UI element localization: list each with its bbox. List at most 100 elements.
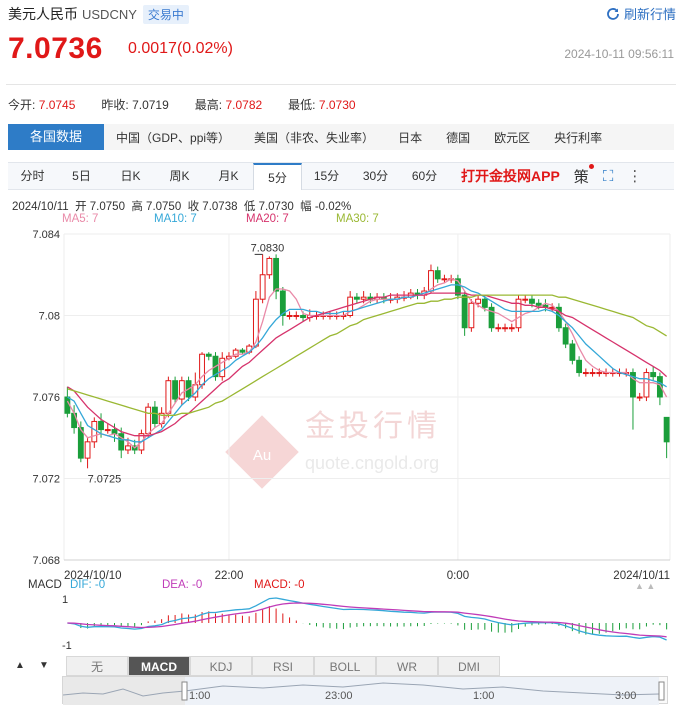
refresh-label: 刷新行情 (623, 7, 676, 22)
indicator-macd[interactable]: MACD (128, 656, 190, 676)
candle-body (522, 298, 529, 301)
tab-15min[interactable]: 15分 (302, 163, 351, 190)
candle-body (643, 372, 650, 398)
indicator-wr[interactable]: WR (376, 656, 438, 676)
candle-body (475, 298, 482, 304)
tab-monthly[interactable]: 月K (204, 163, 253, 190)
navigator-handle-right-icon[interactable] (658, 681, 665, 701)
country-data-nav: 各国数据 中国（GDP、ppi等） 美国（非农、失业率） 日本 德国 欧元区 央… (8, 124, 674, 150)
macd-chart[interactable] (0, 592, 682, 654)
instrument-name: 美元人民币 (8, 6, 78, 22)
stat-open: 今开: 7.0745 (8, 96, 75, 113)
macd-dea-label: DEA: -0 (162, 579, 203, 591)
stat-label: 最高: (194, 98, 223, 112)
high-annotation: 7.0830 (251, 242, 285, 254)
strategy-button[interactable]: 策 (574, 163, 594, 187)
down-arrow-button[interactable]: ▼ (32, 656, 56, 676)
y-tick-label: 7.076 (32, 392, 60, 404)
more-menu-icon[interactable]: ⋮ (627, 167, 642, 185)
watermark: Au 金投行情 quote.cngold.org (225, 409, 441, 489)
navigator-sparkline: 1:00 23:00 1:00 3:00 (63, 677, 665, 705)
navigator-window[interactable] (185, 677, 659, 705)
tab-60min[interactable]: 60分 (400, 163, 449, 190)
price-chart[interactable]: Au 金投行情 quote.cngold.org 7.084 7.08 7.076 7… (0, 226, 682, 582)
watermark-brand: 金投行情 (305, 409, 441, 444)
low-annotation: 7.0725 (88, 473, 122, 485)
candle-body (293, 315, 300, 317)
stat-value: 7.0730 (318, 98, 356, 112)
candle-body (461, 294, 468, 329)
tab-30min[interactable]: 30分 (351, 163, 400, 190)
indicator-none[interactable]: 无 (66, 656, 128, 676)
tab-5min[interactable]: 5分 (253, 162, 302, 190)
nav-eurozone[interactable]: 欧元区 (482, 129, 542, 146)
candle-body (151, 406, 158, 424)
indicator-dmi[interactable]: DMI (438, 656, 500, 676)
refresh-quote-button[interactable]: 刷新行情 (606, 4, 676, 23)
indicator-boll[interactable]: BOLL (314, 656, 376, 676)
candle-body (569, 343, 576, 361)
candle-body (252, 298, 259, 347)
macd-title: MACD (28, 579, 62, 591)
trading-status-badge: 交易中 (142, 5, 189, 24)
watermark-url: quote.cngold.org (305, 453, 439, 473)
candle-body (172, 380, 179, 400)
nav-china[interactable]: 中国（GDP、ppi等） (104, 129, 242, 146)
stat-prev-close: 昨收: 7.0719 (101, 96, 168, 113)
stat-high: 最高: 7.0782 (195, 96, 262, 113)
indicator-kdj[interactable]: KDJ (190, 656, 252, 676)
candle-body (98, 420, 104, 431)
candle-body (205, 353, 212, 357)
candle-body (266, 257, 273, 276)
candle-body (481, 298, 488, 308)
candle-body (582, 372, 589, 375)
candle-body (441, 278, 448, 281)
candle-body (84, 441, 91, 459)
candle-body (495, 327, 502, 330)
candle-body (468, 302, 475, 329)
tab-5day[interactable]: 5日 (57, 163, 106, 190)
nav-country-data[interactable]: 各国数据 (8, 124, 105, 150)
y-tick-label: 7.068 (32, 555, 60, 567)
y-tick-label: 7.08 (39, 311, 60, 323)
navigator-label: 1:00 (189, 690, 210, 702)
y-tick-label: 7.084 (32, 229, 60, 241)
tab-daily[interactable]: 日K (106, 163, 155, 190)
stat-label: 昨收: (101, 98, 129, 112)
candle-body (239, 349, 246, 353)
macd-dif-line (67, 597, 667, 641)
candle-body (508, 327, 515, 330)
candle-body (125, 445, 131, 451)
candle-body (576, 359, 583, 374)
indicator-rsi[interactable]: RSI (252, 656, 314, 676)
candle-body (596, 372, 603, 375)
nav-germany[interactable]: 德国 (434, 129, 482, 146)
candle-body (529, 298, 535, 304)
navigator-label: 1:00 (473, 690, 494, 702)
nav-japan[interactable]: 日本 (386, 129, 434, 146)
macd-dif-label: DIF: -0 (70, 579, 106, 591)
tab-intraday[interactable]: 分时 (8, 163, 57, 190)
candle-body (145, 406, 152, 435)
nav-central-bank-rates[interactable]: 央行利率 (542, 129, 614, 146)
candle-body (104, 429, 111, 432)
instrument-symbol: USDCNY (82, 7, 137, 22)
navigator-handle-left-icon[interactable] (181, 681, 188, 701)
instrument-title: 美元人民币 USDCNY 交易中 (8, 4, 189, 24)
refresh-icon (607, 7, 619, 20)
quote-stats: 今开: 7.0745 昨收: 7.0719 最高: 7.0782 最低: 7.0… (8, 96, 382, 113)
candle-body (589, 372, 596, 375)
x-tick-label: 22:00 (215, 570, 244, 582)
candle-body (71, 412, 78, 429)
macd-scroll-arrows[interactable]: ▲ ▲ (635, 581, 655, 591)
ma20-label: MA20: 7 (246, 213, 289, 225)
tab-weekly[interactable]: 周K (155, 163, 204, 190)
fullscreen-icon[interactable]: ⛶ (603, 168, 614, 185)
nav-usa[interactable]: 美国（非农、失业率） (242, 129, 386, 146)
candle-body (663, 416, 670, 443)
up-arrow-button[interactable]: ▲ (8, 656, 32, 676)
navigator-label: 23:00 (325, 690, 353, 702)
open-app-link[interactable]: 打开金投网APP (461, 166, 560, 186)
time-navigator[interactable]: 1:00 23:00 1:00 3:00 (62, 676, 668, 705)
candle-body (286, 315, 293, 317)
